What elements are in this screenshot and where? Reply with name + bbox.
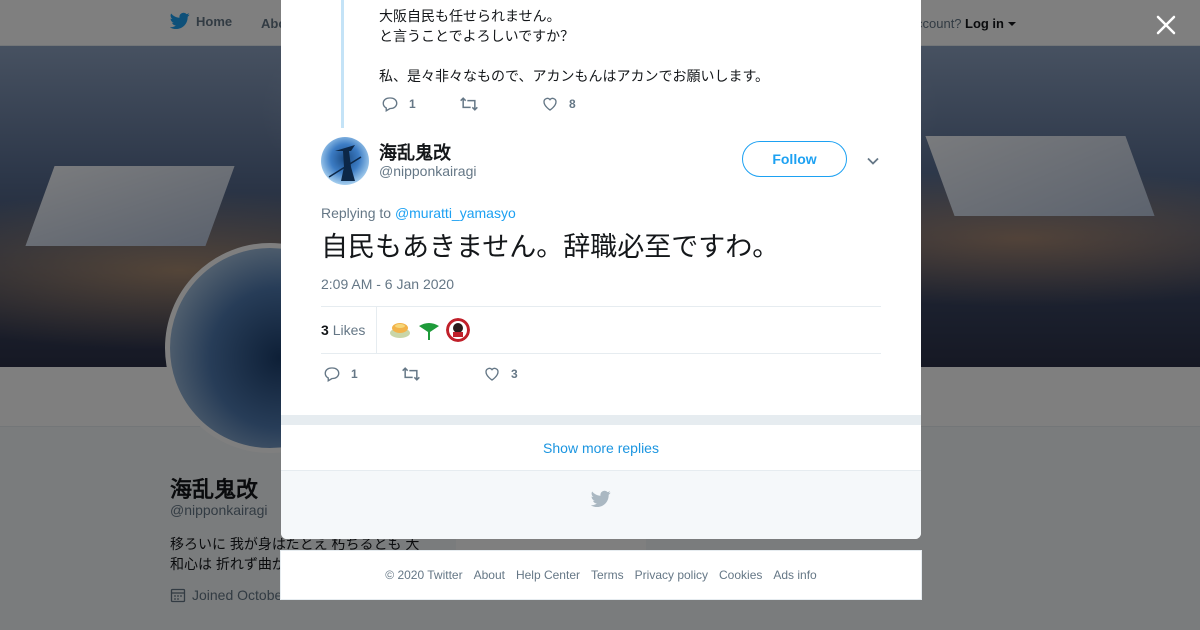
footer-link-privacy[interactable]: Privacy policy xyxy=(635,568,708,582)
liker-avatar[interactable] xyxy=(417,318,441,342)
likers-avatars xyxy=(388,318,470,342)
reply-icon xyxy=(382,97,398,112)
thread-connector xyxy=(341,0,344,128)
footer-link-about[interactable]: About xyxy=(474,568,505,582)
tweet-text: 自民もあきません。辞職必至ですわ。 xyxy=(321,232,780,262)
reply-action[interactable]: 1 xyxy=(381,95,459,113)
reply-action[interactable]: 1 xyxy=(323,365,401,383)
tweet-stats: 3 Likes xyxy=(321,306,881,354)
tweet-author-name[interactable]: 海乱鬼改 xyxy=(379,139,451,165)
tweet-modal: 大阪自民も任せられません。 と言うことでよろしいですか？ 私、是々非々なもので、… xyxy=(281,0,921,539)
chevron-down-icon xyxy=(867,157,879,165)
modal-footer xyxy=(281,471,921,539)
retweet-action[interactable] xyxy=(401,365,483,383)
heart-icon xyxy=(543,97,557,111)
tweet-author-handle[interactable]: @nipponkairagi xyxy=(379,163,477,179)
stats-divider xyxy=(376,307,377,353)
previous-tweet-line: 私、是々非々なもので、アカンもんはアカンでお願いします。 xyxy=(379,68,770,84)
previous-tweet-actions: 1 8 xyxy=(381,95,576,113)
previous-tweet-line: 大阪自民も任せられません。 xyxy=(379,8,561,24)
retweet-icon xyxy=(460,97,478,111)
footer-link-help-center[interactable]: Help Center xyxy=(516,568,580,582)
likes-stat-count: 3 xyxy=(321,322,329,338)
close-icon xyxy=(1156,15,1176,35)
retweet-icon xyxy=(402,367,420,381)
retweet-action[interactable] xyxy=(459,95,541,113)
close-button[interactable] xyxy=(1151,10,1181,40)
footer-link-cookies[interactable]: Cookies xyxy=(719,568,762,582)
previous-tweet-text: 大阪自民も任せられません。 と言うことでよろしいですか？ 私、是々非々なもので、… xyxy=(379,0,769,86)
footer-copyright: © 2020 Twitter xyxy=(385,568,463,582)
tweet-timestamp[interactable]: 2:09 AM - 6 Jan 2020 xyxy=(321,276,454,292)
liker-avatar[interactable] xyxy=(446,318,470,342)
tweet-menu-button[interactable] xyxy=(865,153,881,169)
like-count: 3 xyxy=(511,367,518,381)
footer-link-ads-info[interactable]: Ads info xyxy=(773,568,816,582)
reply-count: 1 xyxy=(409,97,416,111)
tweet-author-avatar[interactable] xyxy=(321,137,369,185)
likes-stat-label: Likes xyxy=(332,322,366,338)
heart-icon xyxy=(485,367,499,381)
replying-mention-link[interactable]: @muratti_yamasyo xyxy=(395,205,516,221)
reply-icon xyxy=(324,367,340,382)
section-divider xyxy=(281,415,921,425)
reply-count: 1 xyxy=(351,367,358,381)
footer-link-terms[interactable]: Terms xyxy=(591,568,624,582)
liker-avatar[interactable] xyxy=(388,318,412,342)
tweet-actions: 1 3 xyxy=(323,365,518,383)
previous-tweet-line: と言うことでよろしいですか？ xyxy=(379,28,575,44)
site-footer: © 2020 Twitter About Help Center Terms P… xyxy=(280,550,922,600)
like-action[interactable]: 8 xyxy=(541,95,576,113)
replying-to: Replying to @muratti_yamasyo xyxy=(321,205,516,221)
avatar-figure xyxy=(328,145,362,181)
like-action[interactable]: 3 xyxy=(483,365,518,383)
likes-stat[interactable]: 3 Likes xyxy=(321,322,365,338)
follow-button[interactable]: Follow xyxy=(742,141,847,177)
previous-tweet-line xyxy=(379,46,769,66)
replying-prefix: Replying to xyxy=(321,205,392,221)
twitter-bird-icon xyxy=(591,490,611,507)
like-count: 8 xyxy=(569,97,576,111)
show-more-replies-button[interactable]: Show more replies xyxy=(281,425,921,471)
